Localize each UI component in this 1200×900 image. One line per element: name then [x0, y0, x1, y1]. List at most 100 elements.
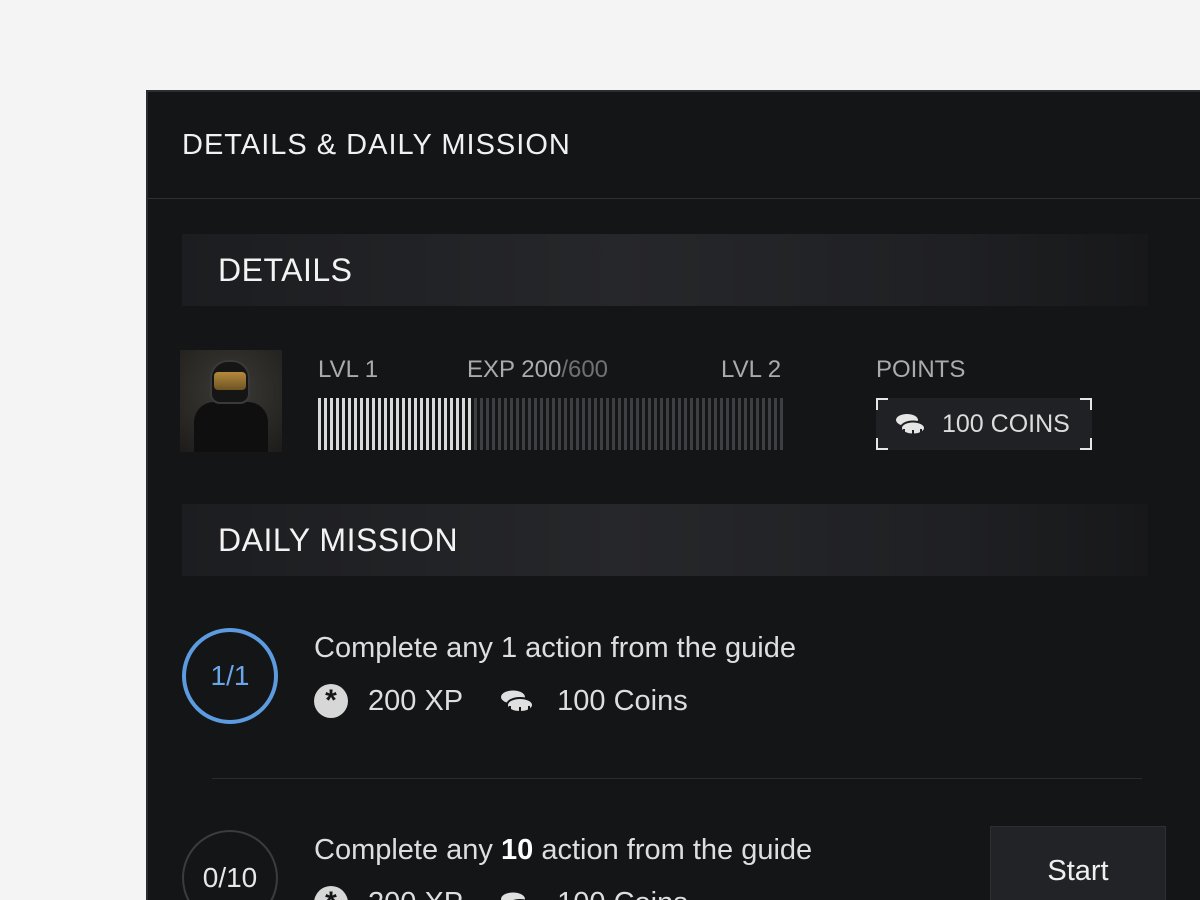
progress-tick — [612, 398, 615, 450]
coins-balance-text: 100 COINS — [942, 409, 1070, 438]
progress-tick — [720, 398, 723, 450]
progress-tick — [432, 398, 435, 450]
progress-tick — [642, 398, 645, 450]
coins-icon — [896, 414, 926, 436]
next-level-label: LVL 2 — [721, 356, 782, 383]
progress-tick — [558, 398, 561, 450]
progress-tick — [510, 398, 513, 450]
coins-reward-text: 100 Coins — [557, 887, 688, 900]
progress-tick — [486, 398, 489, 450]
mission-title-post: action from the guide — [533, 834, 813, 866]
progress-tick — [768, 398, 771, 450]
exp-label: EXP 200/600 — [467, 356, 608, 384]
progress-tick — [750, 398, 753, 450]
progress-tick — [438, 398, 441, 450]
progress-tick — [708, 398, 711, 450]
progress-tick — [744, 398, 747, 450]
progress-tick — [600, 398, 603, 450]
progress-tick — [324, 398, 327, 450]
progress-tick — [366, 398, 369, 450]
details-daily-mission-panel: DETAILS & DAILY MISSION DETAILS LVL 1 EX… — [146, 90, 1200, 900]
corner-bracket — [876, 398, 888, 410]
progress-tick — [570, 398, 573, 450]
progress-tick — [726, 398, 729, 450]
corner-bracket — [1080, 438, 1092, 450]
coins-icon — [501, 690, 535, 713]
progress-tick — [372, 398, 375, 450]
progress-tick — [564, 398, 567, 450]
avatar-body — [194, 402, 268, 452]
xp-reward-text: 200 XP — [368, 887, 463, 900]
progress-tick — [360, 398, 363, 450]
progress-tick — [666, 398, 669, 450]
mission-progress-ring: 0/10 — [182, 830, 278, 900]
mission-rewards: * 200 XP 100 Coins — [314, 886, 724, 900]
details-section-header: DETAILS — [182, 234, 1148, 306]
mission-progress-text: 1/1 — [210, 660, 250, 691]
progress-tick — [672, 398, 675, 450]
mission-title: Complete any 1 action from the guide — [314, 632, 796, 664]
progress-tick — [468, 398, 471, 450]
progress-tick — [690, 398, 693, 450]
progress-tick — [552, 398, 555, 450]
exp-progress-bar — [318, 398, 788, 450]
progress-tick — [528, 398, 531, 450]
coins-reward: 100 Coins — [499, 685, 688, 718]
progress-tick — [354, 398, 357, 450]
progress-tick — [702, 398, 705, 450]
progress-tick — [378, 398, 381, 450]
progress-tick — [348, 398, 351, 450]
exp-label-text: EXP — [467, 356, 515, 383]
progress-tick — [756, 398, 759, 450]
progress-tick — [696, 398, 699, 450]
exp-max: /600 — [561, 356, 609, 383]
progress-tick — [618, 398, 621, 450]
progress-tick — [426, 398, 429, 450]
progress-tick — [684, 398, 687, 450]
progress-tick — [318, 398, 321, 450]
progress-tick — [588, 398, 591, 450]
mission-progress-ring: 1/1 — [182, 628, 278, 724]
progress-tick — [390, 398, 393, 450]
xp-reward-text: 200 XP — [368, 684, 464, 717]
mission-rewards: * 200 XP 100 Coins — [314, 684, 724, 718]
progress-tick — [498, 398, 501, 450]
xp-star-icon: * — [314, 886, 348, 900]
progress-tick — [732, 398, 735, 450]
progress-tick — [402, 398, 405, 450]
progress-tick — [420, 398, 423, 450]
progress-tick — [636, 398, 639, 450]
points-label: POINTS — [876, 356, 966, 383]
coins-icon — [501, 892, 527, 900]
xp-reward: * 200 XP — [314, 684, 463, 718]
mission-title-pre: Complete any — [314, 834, 501, 866]
progress-tick — [330, 398, 333, 450]
progress-tick — [444, 398, 447, 450]
progress-tick — [474, 398, 477, 450]
progress-tick — [450, 398, 453, 450]
progress-tick — [492, 398, 495, 450]
mission-progress-text: 0/10 — [202, 862, 258, 893]
daily-mission-section-title: DAILY MISSION — [218, 521, 459, 558]
progress-tick — [480, 398, 483, 450]
progress-tick — [762, 398, 765, 450]
progress-tick — [540, 398, 543, 450]
progress-tick — [504, 398, 507, 450]
start-mission-button[interactable]: Start — [990, 826, 1166, 900]
progress-tick — [654, 398, 657, 450]
avatar — [180, 350, 282, 452]
progress-tick — [648, 398, 651, 450]
progress-tick — [624, 398, 627, 450]
corner-bracket — [1080, 398, 1092, 410]
coins-balance: 100 COINS — [876, 398, 1092, 450]
mission-title-count: 10 — [501, 834, 534, 866]
coins-reward-text: 100 Coins — [557, 684, 688, 717]
progress-tick — [342, 398, 345, 450]
progress-tick — [660, 398, 663, 450]
progress-tick — [606, 398, 609, 450]
progress-tick — [576, 398, 579, 450]
coins-reward: 100 Coins — [499, 887, 688, 900]
progress-tick — [582, 398, 585, 450]
progress-tick — [594, 398, 597, 450]
progress-tick — [462, 398, 465, 450]
